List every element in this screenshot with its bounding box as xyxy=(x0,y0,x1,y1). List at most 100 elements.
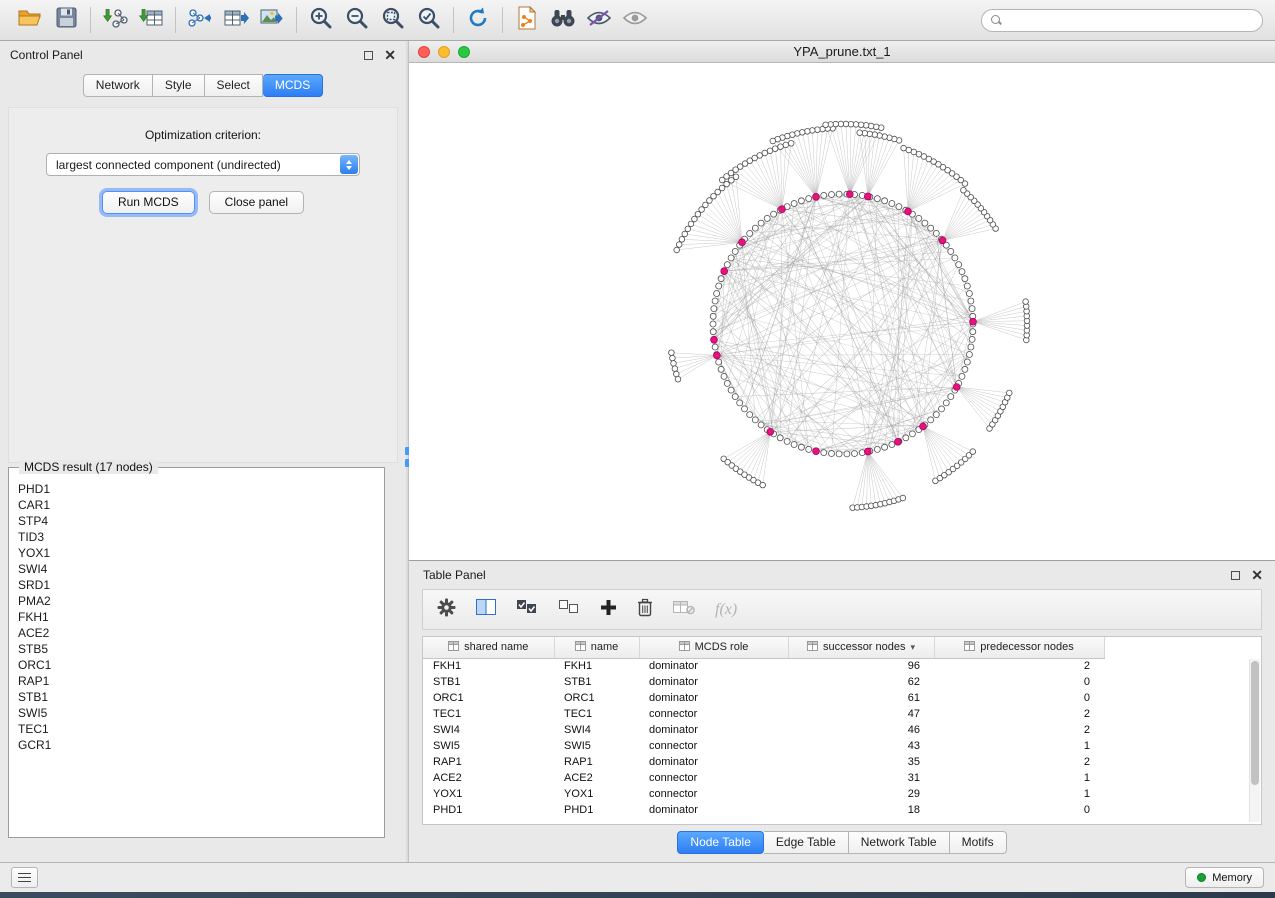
mcds-result-item[interactable]: PMA2 xyxy=(9,593,384,609)
eye-slash-icon xyxy=(586,8,612,33)
save-session-button[interactable] xyxy=(48,4,84,36)
tab-select[interactable]: Select xyxy=(205,74,263,97)
close-panel-button[interactable]: Close panel xyxy=(209,191,304,214)
column-header-MCDS-role[interactable]: MCDS role xyxy=(639,637,788,658)
network-titlebar: YPA_prune.txt_1 xyxy=(409,41,1275,63)
function-builder-button[interactable]: f(x) xyxy=(715,601,737,619)
import-table-button[interactable] xyxy=(133,4,169,36)
mcds-result-item[interactable]: CAR1 xyxy=(9,497,384,513)
deselect-all-button[interactable] xyxy=(558,599,580,620)
mcds-result-item[interactable]: STB1 xyxy=(9,689,384,705)
mcds-result-item[interactable]: FKH1 xyxy=(9,609,384,625)
toolbar-separator xyxy=(502,7,503,33)
mcds-result-item[interactable]: GCR1 xyxy=(9,737,384,753)
network-file-button[interactable] xyxy=(509,4,545,36)
show-columns-button[interactable] xyxy=(476,599,496,620)
close-panel-icon[interactable]: ✕ xyxy=(384,50,396,60)
mcds-result-item[interactable]: STB5 xyxy=(9,641,384,657)
delete-column-button[interactable] xyxy=(637,598,653,622)
criterion-selected-value: largest connected component (undirected) xyxy=(56,158,281,172)
table-row[interactable]: SWI4SWI4dominator462 xyxy=(423,722,1104,738)
toolbar-separator xyxy=(453,7,454,33)
show-all-button[interactable] xyxy=(617,4,653,36)
float-table-panel-icon[interactable] xyxy=(1231,571,1240,580)
first-neighbors-button[interactable] xyxy=(545,4,581,36)
tab-style[interactable]: Style xyxy=(153,74,205,97)
list-menu-icon xyxy=(18,873,31,883)
network-view-panel: YPA_prune.txt_1 xyxy=(409,41,1275,561)
mcds-result-item[interactable]: YOX1 xyxy=(9,545,384,561)
column-header-successor-nodes[interactable]: successor nodes▾ xyxy=(788,637,934,658)
mcds-result-item[interactable]: SWI4 xyxy=(9,561,384,577)
run-mcds-button[interactable]: Run MCDS xyxy=(102,191,195,214)
float-panel-icon[interactable] xyxy=(364,51,373,60)
refresh-icon xyxy=(466,6,490,35)
table-row[interactable]: PHD1PHD1dominator180 xyxy=(423,802,1104,818)
zoom-selected-button[interactable] xyxy=(411,4,447,36)
memory-button[interactable]: Memory xyxy=(1185,867,1264,888)
search-input[interactable] xyxy=(1008,12,1253,28)
network-graph xyxy=(409,63,1274,560)
table-row[interactable]: FKH1FKH1dominator962 xyxy=(423,658,1104,674)
select-all-button[interactable] xyxy=(516,599,538,620)
open-session-button[interactable] xyxy=(12,4,48,36)
delete-table-button[interactable] xyxy=(673,599,695,620)
zoom-in-button[interactable] xyxy=(303,4,339,36)
tab-node-table[interactable]: Node Table xyxy=(677,831,764,854)
zoom-out-button[interactable] xyxy=(339,4,375,36)
window-minimize-icon[interactable] xyxy=(438,46,450,58)
tab-network-table[interactable]: Network Table xyxy=(849,831,950,854)
column-header-shared-name[interactable]: shared name xyxy=(423,637,554,658)
mcds-result-item[interactable]: SRD1 xyxy=(9,577,384,593)
mcds-result-item[interactable]: PHD1 xyxy=(9,481,384,497)
mcds-result-item[interactable]: ORC1 xyxy=(9,657,384,673)
network-canvas[interactable] xyxy=(409,63,1275,560)
mcds-result-item[interactable]: RAP1 xyxy=(9,673,384,689)
tab-edge-table[interactable]: Edge Table xyxy=(764,831,849,854)
zoom-in-icon xyxy=(309,6,333,35)
export-network-button[interactable] xyxy=(182,4,218,36)
memory-status-icon xyxy=(1197,873,1206,882)
table-scrollbar-thumb[interactable] xyxy=(1251,661,1259,785)
table-row[interactable]: ACE2ACE2connector311 xyxy=(423,770,1104,786)
table-row[interactable]: YOX1YOX1connector291 xyxy=(423,786,1104,802)
table-row[interactable]: ORC1ORC1dominator610 xyxy=(423,690,1104,706)
column-header-name[interactable]: name xyxy=(554,637,639,658)
eye-icon xyxy=(622,8,648,33)
create-column-button[interactable] xyxy=(600,599,617,621)
import-table-icon xyxy=(138,7,164,34)
window-close-icon[interactable] xyxy=(418,46,430,58)
table-row[interactable]: SWI5SWI5connector431 xyxy=(423,738,1104,754)
window-maximize-icon[interactable] xyxy=(458,46,470,58)
table-settings-button[interactable] xyxy=(437,598,456,622)
table-row[interactable]: RAP1RAP1dominator352 xyxy=(423,754,1104,770)
optimization-criterion-select[interactable]: largest connected component (undirected) xyxy=(46,153,360,176)
close-table-panel-icon[interactable]: ✕ xyxy=(1251,570,1263,580)
memory-label: Memory xyxy=(1212,872,1252,884)
toolbar-separator xyxy=(175,7,176,33)
refresh-layout-button[interactable] xyxy=(460,4,496,36)
mcds-result-item[interactable]: ACE2 xyxy=(9,625,384,641)
mcds-result-item[interactable]: SWI5 xyxy=(9,705,384,721)
zoom-fit-button[interactable] xyxy=(375,4,411,36)
toolbar-separator xyxy=(90,7,91,33)
column-type-icon xyxy=(575,641,586,654)
column-header-predecessor-nodes[interactable]: predecessor nodes xyxy=(934,637,1104,658)
hide-selected-button[interactable] xyxy=(581,4,617,36)
table-row[interactable]: STB1STB1dominator620 xyxy=(423,674,1104,690)
table-scrollbar[interactable] xyxy=(1249,659,1260,822)
panel-menu-button[interactable] xyxy=(11,867,38,888)
export-table-button[interactable] xyxy=(218,4,254,36)
mcds-result-item[interactable]: TID3 xyxy=(9,529,384,545)
table-row[interactable]: TEC1TEC1connector472 xyxy=(423,706,1104,722)
tab-mcds[interactable]: MCDS xyxy=(263,74,323,97)
tab-motifs[interactable]: Motifs xyxy=(950,831,1007,854)
export-image-button[interactable] xyxy=(254,4,290,36)
table-panel-title: Table Panel xyxy=(423,568,486,582)
tab-network[interactable]: Network xyxy=(83,74,153,97)
import-network-icon xyxy=(102,7,128,34)
table-panel-header: Table Panel ✕ xyxy=(409,561,1275,585)
mcds-result-item[interactable]: TEC1 xyxy=(9,721,384,737)
mcds-result-item[interactable]: STP4 xyxy=(9,513,384,529)
import-network-button[interactable] xyxy=(97,4,133,36)
